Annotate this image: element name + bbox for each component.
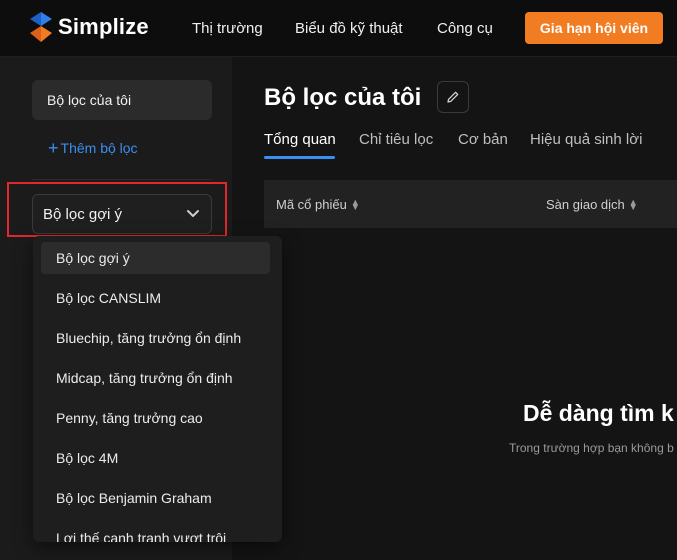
column-label: Mã cổ phiếu bbox=[276, 197, 347, 212]
suggested-filter-select[interactable]: Bộ lọc gợi ý bbox=[32, 194, 212, 234]
renew-membership-button[interactable]: Gia hạn hội viên bbox=[525, 12, 663, 44]
column-header-ticker[interactable]: Mã cổ phiếu ▲ ▼ bbox=[276, 197, 360, 212]
simplize-logo-icon bbox=[30, 12, 52, 42]
dropdown-option[interactable]: Bộ lọc gợi ý bbox=[41, 242, 270, 274]
sidebar-divider bbox=[32, 179, 212, 180]
dropdown-option[interactable]: Bộ lọc Benjamin Graham bbox=[41, 482, 270, 514]
sidebar-item-my-filter[interactable]: Bộ lọc của tôi bbox=[32, 80, 212, 120]
column-header-exchange[interactable]: Sàn giao dịch ▲ ▼ bbox=[546, 197, 638, 212]
edit-title-button[interactable] bbox=[437, 81, 469, 113]
add-filter-label: Thêm bộ lọc bbox=[60, 140, 138, 156]
nav-technical-chart[interactable]: Biểu đồ kỹ thuật bbox=[295, 0, 403, 56]
top-navigation-bar: Simplize Thị trường Biểu đồ kỹ thuật Côn… bbox=[0, 0, 677, 57]
sort-icon: ▲ ▼ bbox=[628, 196, 638, 212]
dropdown-option[interactable]: Bluechip, tăng trưởng ổn định bbox=[41, 322, 270, 354]
page-title: Bộ lọc của tôi bbox=[264, 84, 422, 111]
column-label: Sàn giao dịch bbox=[546, 197, 625, 212]
dropdown-option[interactable]: Midcap, tăng trưởng ổn định bbox=[41, 362, 270, 394]
dropdown-option[interactable]: Penny, tăng trưởng cao bbox=[41, 402, 270, 434]
pencil-icon bbox=[447, 91, 459, 103]
brand-logo[interactable]: Simplize bbox=[30, 12, 149, 42]
plus-icon: + bbox=[48, 138, 59, 158]
tab-filter-criteria[interactable]: Chỉ tiêu lọc bbox=[359, 131, 433, 148]
brand-name: Simplize bbox=[58, 14, 149, 39]
tab-fundamentals[interactable]: Cơ bản bbox=[458, 131, 508, 148]
dropdown-option[interactable]: Lợi thế cạnh tranh vượt trội bbox=[41, 522, 270, 542]
table-header: Mã cổ phiếu ▲ ▼ Sàn giao dịch ▲ ▼ bbox=[264, 180, 677, 228]
chevron-down-icon bbox=[187, 210, 199, 217]
sort-icon: ▲ ▼ bbox=[350, 196, 360, 212]
nav-tools[interactable]: Công cụ bbox=[437, 0, 493, 56]
tab-overview[interactable]: Tổng quan bbox=[264, 131, 336, 148]
dropdown-option[interactable]: Bộ lọc 4M bbox=[41, 442, 270, 474]
tab-profitability[interactable]: Hiệu quả sinh lời bbox=[530, 131, 642, 148]
dropdown-option[interactable]: Bộ lọc CANSLIM bbox=[41, 282, 270, 314]
active-tab-indicator bbox=[264, 156, 335, 159]
nav-market[interactable]: Thị trường bbox=[192, 0, 263, 56]
select-value: Bộ lọc gợi ý bbox=[43, 205, 123, 223]
add-filter-button[interactable]: + Thêm bộ lọc bbox=[48, 139, 138, 157]
empty-state-subtitle: Trong trường hợp bạn không b bbox=[509, 441, 674, 455]
suggested-filter-dropdown: Bộ lọc gợi ý Bộ lọc CANSLIM Bluechip, tă… bbox=[33, 236, 282, 542]
empty-state-title: Dễ dàng tìm k bbox=[523, 400, 674, 426]
